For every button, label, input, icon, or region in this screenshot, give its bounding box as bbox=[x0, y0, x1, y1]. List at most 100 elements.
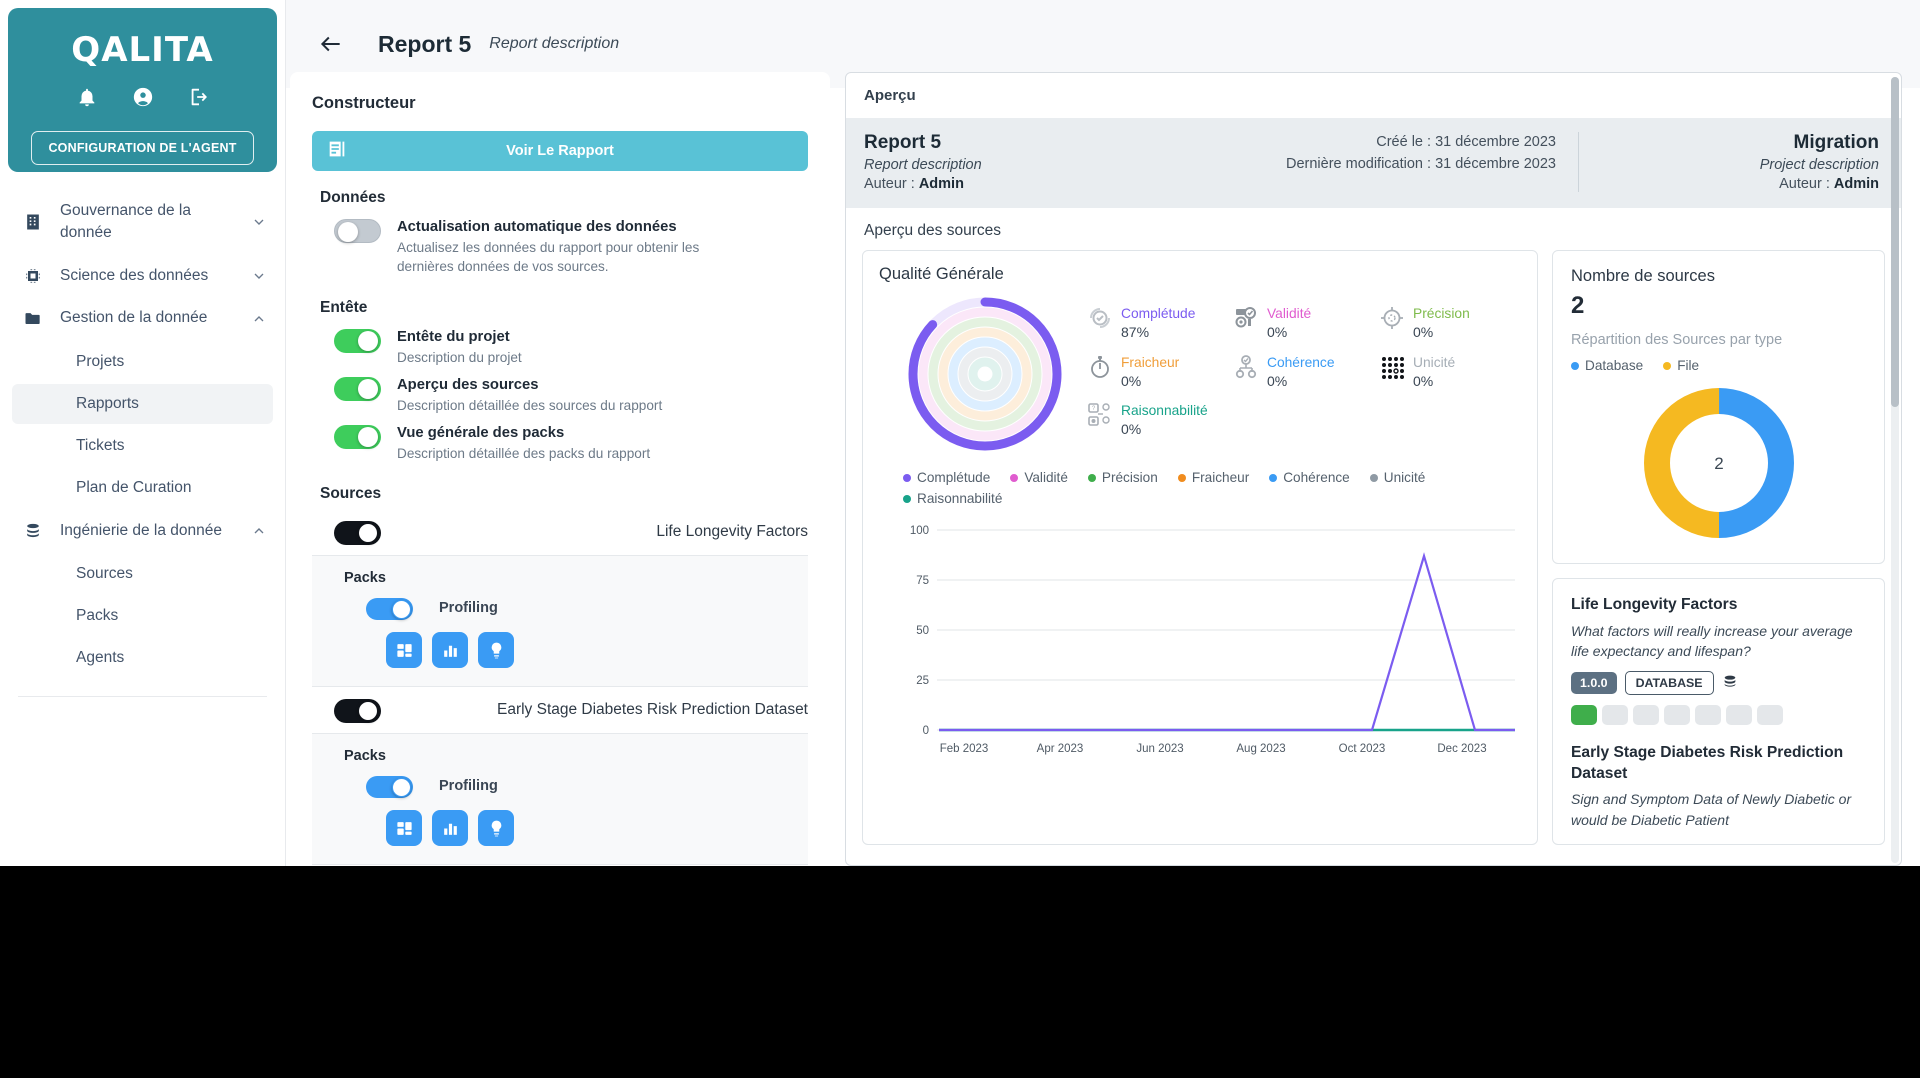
sidebar-item-rapports[interactable]: Rapports bbox=[12, 383, 273, 424]
option-desc: Description du projet bbox=[397, 349, 522, 365]
metric-coherence: Cohérence 0% bbox=[1233, 354, 1375, 391]
sidebar-item-sources[interactable]: Sources bbox=[12, 554, 273, 594]
metric-completude: Complétude 87% bbox=[1087, 305, 1229, 342]
report-description: Report description bbox=[864, 157, 982, 173]
sidebar-item-gestion[interactable]: Gestion de la donnée bbox=[0, 297, 285, 339]
preview-scrollbar[interactable] bbox=[1891, 77, 1899, 863]
source-card-desc: Sign and Symptom Data of Newly Diabetic … bbox=[1571, 791, 1852, 828]
svg-text:Dec 2023: Dec 2023 bbox=[1437, 743, 1486, 755]
sidebar-item-label: Gestion de la donnée bbox=[60, 309, 208, 327]
packs-label: Packs bbox=[344, 748, 386, 765]
lightbulb-icon[interactable] bbox=[478, 810, 514, 847]
database-icon bbox=[22, 520, 44, 542]
sources-count-card: Nombre de sources 2 Répartition des Sour… bbox=[1552, 250, 1885, 564]
modified-date: Dernière modification : 31 décembre 2023 bbox=[1285, 155, 1556, 172]
sidebar-item-tickets[interactable]: Tickets bbox=[12, 426, 273, 466]
toggle-project-header[interactable] bbox=[334, 328, 381, 353]
chevron-down-icon[interactable] bbox=[251, 268, 267, 284]
donut-chart: 2 bbox=[1571, 381, 1866, 545]
svg-text:25: 25 bbox=[916, 675, 929, 687]
sidebar-item-ingenierie[interactable]: Ingénierie de la donnée bbox=[0, 510, 285, 552]
report-dates: Créé le : 31 décembre 2023 Dernière modi… bbox=[1114, 132, 1579, 192]
svg-text:Apr 2023: Apr 2023 bbox=[1037, 743, 1084, 755]
view-report-label: Voir Le Rapport bbox=[506, 143, 614, 159]
completeness-icon bbox=[1087, 305, 1113, 331]
svg-text:Jun 2023: Jun 2023 bbox=[1136, 743, 1183, 755]
legend-item[interactable]: Unicité bbox=[1369, 470, 1425, 485]
metric-value: 87% bbox=[1121, 323, 1150, 340]
reasonability-icon: ? bbox=[1087, 402, 1113, 428]
legend-label: Précision bbox=[1101, 470, 1158, 485]
donut-center-label: 2 bbox=[1714, 454, 1723, 473]
database-icon bbox=[1722, 673, 1738, 694]
source-card-tags: 1.0.0 DATABASE bbox=[1571, 671, 1866, 696]
pill bbox=[1633, 705, 1659, 726]
option-desc: Description détaillée des packs du rappo… bbox=[397, 446, 651, 462]
toggle-packs-overview[interactable] bbox=[334, 425, 381, 450]
toggle-pack-profiling[interactable] bbox=[366, 598, 413, 621]
chevron-down-icon[interactable] bbox=[251, 214, 267, 230]
account-icon[interactable] bbox=[132, 86, 154, 113]
legend-item[interactable]: Fraicheur bbox=[1177, 470, 1249, 485]
toggle-source-life-longevity[interactable] bbox=[334, 521, 381, 546]
agent-config-button[interactable]: CONFIGURATION DE L'AGENT bbox=[31, 131, 254, 165]
chevron-up-icon[interactable] bbox=[251, 311, 267, 327]
legend-item[interactable]: Raisonnabilité bbox=[903, 491, 1002, 506]
toggle-pack-profiling[interactable] bbox=[366, 776, 413, 799]
source-card-desc: What factors will really increase your a… bbox=[1571, 622, 1853, 659]
pack-icon-row bbox=[386, 810, 808, 847]
sidebar-divider bbox=[18, 696, 267, 698]
sidebar-item-gouvernance[interactable]: Gouvernance de la donnée bbox=[0, 190, 285, 255]
pill bbox=[1757, 705, 1783, 726]
pack-row-profiling: Profiling bbox=[344, 774, 808, 799]
sidebar-item-packs[interactable]: Packs bbox=[12, 596, 273, 636]
back-arrow-icon[interactable] bbox=[314, 27, 348, 61]
legend-item[interactable]: Précision bbox=[1087, 470, 1158, 485]
legend-item-file[interactable]: File bbox=[1663, 358, 1699, 373]
legend-item[interactable]: Complétude bbox=[903, 470, 990, 485]
packs-label: Packs bbox=[344, 570, 386, 587]
metric-value: 0% bbox=[1413, 372, 1434, 389]
source-card-title: Early Stage Diabetes Risk Prediction Dat… bbox=[1571, 744, 1844, 782]
report-author-label: Auteur : bbox=[864, 176, 915, 192]
group-label-sources: Sources bbox=[320, 485, 382, 503]
bar-chart-icon[interactable] bbox=[432, 810, 468, 847]
page-subtitle: Report description bbox=[489, 35, 620, 52]
sidebar-item-plan-de-curation[interactable]: Plan de Curation bbox=[12, 468, 273, 508]
sidebar-item-science[interactable]: Science des données bbox=[0, 255, 285, 297]
legend-item[interactable]: Validité bbox=[1010, 470, 1068, 485]
constructor-panel: Constructeur Voir Le Rapport Données Act… bbox=[290, 72, 830, 866]
toggle-source-diabetes[interactable] bbox=[334, 699, 381, 724]
page-title: Report 5 bbox=[378, 30, 472, 57]
dashboard-icon[interactable] bbox=[386, 632, 422, 669]
sidebar-item-projets[interactable]: Projets bbox=[12, 342, 273, 382]
legend-item[interactable]: Cohérence bbox=[1269, 470, 1350, 485]
pill bbox=[1664, 705, 1690, 726]
toggle-sources-overview[interactable] bbox=[334, 376, 381, 401]
constructor-title: Constructeur bbox=[312, 94, 416, 112]
pack-row-profiling: Profiling bbox=[344, 596, 808, 621]
legend-item-database[interactable]: Database bbox=[1571, 358, 1643, 373]
svg-text:75: 75 bbox=[916, 575, 929, 587]
sidebar-item-label: Science des données bbox=[60, 266, 209, 284]
toggle-auto-refresh[interactable] bbox=[334, 219, 381, 243]
pack-icon-row bbox=[386, 632, 808, 669]
report-name: Report 5 bbox=[864, 132, 942, 153]
option-row-auto-refresh: Actualisation automatique des données Ac… bbox=[312, 213, 808, 281]
chevron-up-icon[interactable] bbox=[251, 523, 267, 539]
option-title: Aperçu des sources bbox=[397, 376, 539, 393]
option-title: Vue générale des packs bbox=[397, 425, 565, 442]
sidebar-item-label: Ingénierie de la donnée bbox=[60, 521, 223, 539]
app-root: QALITA CONFIGURATION DE L'AGENT Gouverna… bbox=[0, 0, 1920, 1078]
dashboard-icon[interactable] bbox=[386, 810, 422, 847]
project-author-value: Admin bbox=[1833, 176, 1879, 192]
report-author: Auteur : Admin bbox=[864, 176, 1114, 192]
bottom-letterbox bbox=[0, 866, 1920, 1078]
lightbulb-icon[interactable] bbox=[478, 632, 514, 669]
bell-icon[interactable] bbox=[76, 86, 98, 113]
sidebar-item-agents[interactable]: Agents bbox=[12, 638, 273, 678]
bar-chart-icon[interactable] bbox=[432, 632, 468, 669]
view-report-button[interactable]: Voir Le Rapport bbox=[312, 131, 808, 171]
logout-icon[interactable] bbox=[188, 86, 210, 113]
source-list-card: Life Longevity Factors What factors will… bbox=[1552, 578, 1885, 845]
